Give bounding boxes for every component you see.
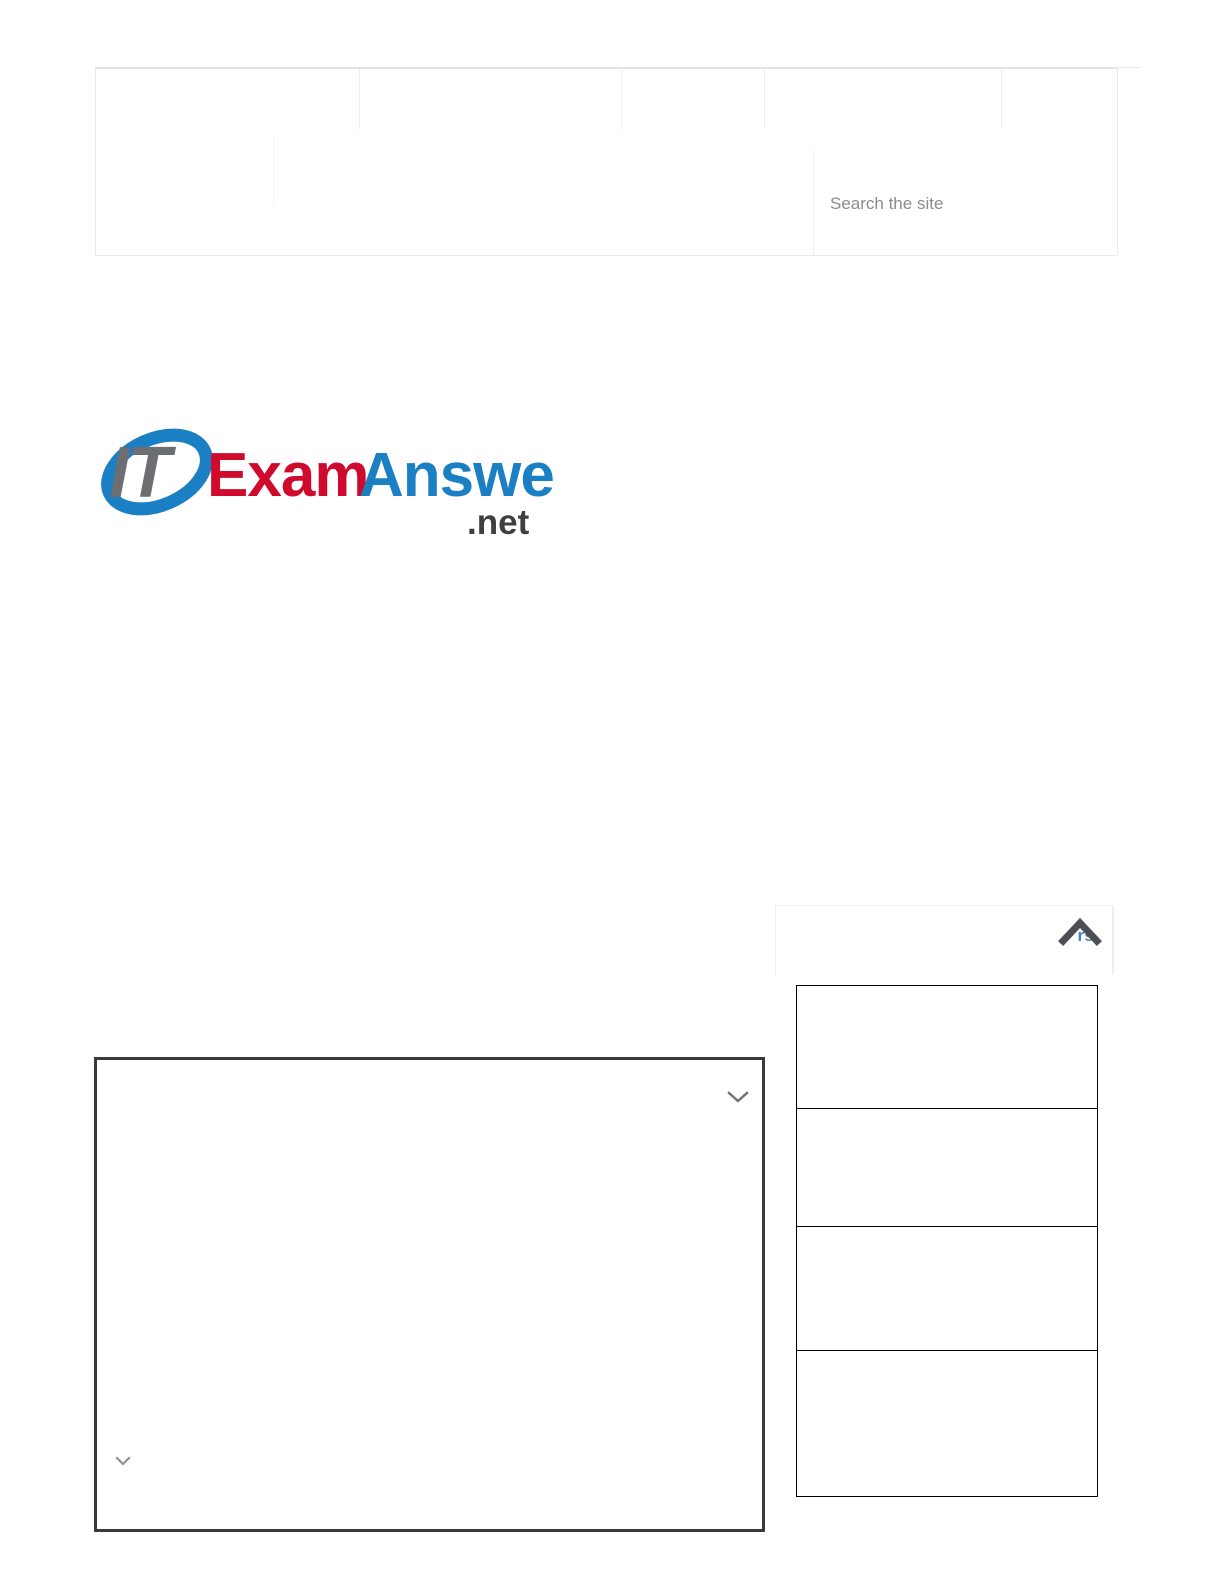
site-logo[interactable]: IT Exam Answers .net: [97, 424, 557, 554]
search-input[interactable]: [814, 151, 1120, 256]
svg-text:Exam: Exam: [207, 441, 368, 510]
svg-text:IT: IT: [109, 433, 177, 513]
nav-item-3[interactable]: [764, 69, 1001, 129]
list-item[interactable]: [797, 1227, 1097, 1351]
chevron-up-icon[interactable]: [1057, 913, 1103, 947]
chevron-down-icon-secondary[interactable]: [115, 1453, 131, 1466]
nav-item-0[interactable]: [96, 69, 359, 129]
list-item[interactable]: [797, 1351, 1097, 1495]
primary-nav-row: [96, 69, 1117, 129]
nav-item-1[interactable]: [359, 69, 621, 129]
nav-item-4[interactable]: [1001, 69, 1119, 129]
svg-text:Answers: Answers: [359, 441, 557, 510]
page-shell: IT Exam Answers .net rs: [72, 56, 1140, 1584]
svg-text:.net: .net: [467, 503, 530, 542]
search-container: [813, 151, 1120, 256]
site-navbar: [95, 68, 1120, 256]
list-item-title: [797, 1109, 1097, 1119]
sidebar-post-list: [796, 985, 1098, 1497]
list-item-title: [797, 1227, 1097, 1237]
logo-artwork: IT Exam Answers .net: [101, 428, 557, 542]
chevron-down-icon[interactable]: [727, 1090, 749, 1104]
nav-subitem-1[interactable]: [273, 136, 813, 206]
nav-subitem-0[interactable]: [96, 136, 273, 206]
main-content-box: [94, 1057, 765, 1532]
list-item[interactable]: [797, 986, 1097, 1109]
list-item[interactable]: [797, 1109, 1097, 1227]
nav-item-2[interactable]: [621, 69, 764, 129]
list-item-title: [797, 1351, 1097, 1361]
sidebar-panel-edge: [1113, 905, 1114, 975]
list-item-title: [797, 986, 1097, 996]
